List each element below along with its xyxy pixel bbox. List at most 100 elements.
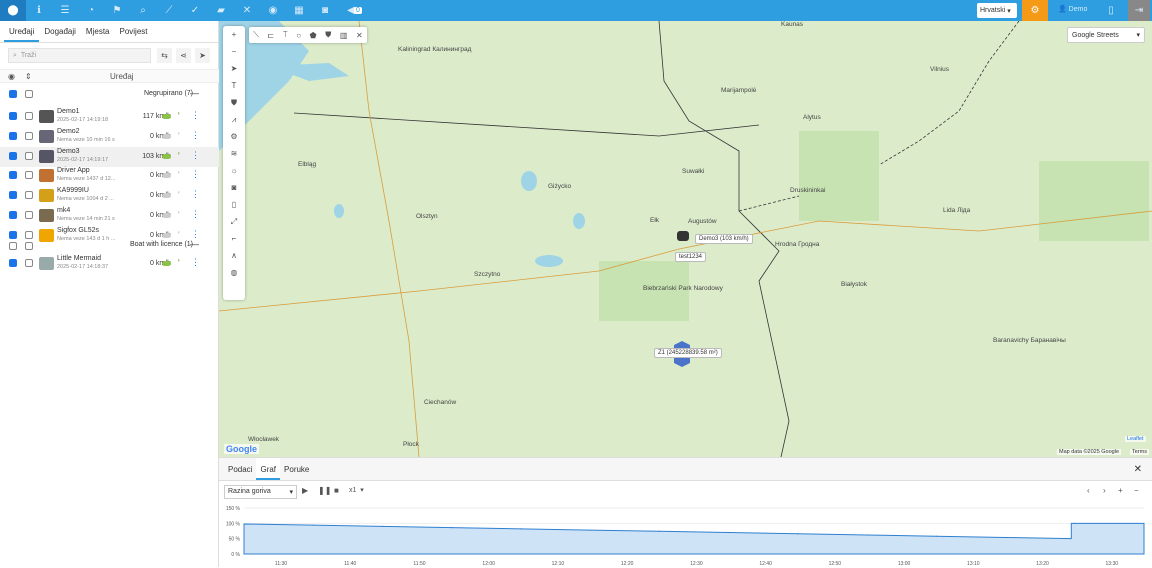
shield-icon[interactable]: ⛊ <box>223 94 245 111</box>
follow-checkbox[interactable] <box>25 112 33 120</box>
zoom-out-button[interactable]: − <box>223 43 245 60</box>
dashboard-icon[interactable]: ◔ <box>78 0 104 21</box>
collapse-icon[interactable]: — <box>190 239 199 249</box>
collapse-icon[interactable]: — <box>190 88 199 98</box>
follow-icon[interactable]: ⇕ <box>25 72 32 81</box>
follow-checkbox[interactable] <box>25 171 33 180</box>
settings-icon[interactable]: ⚙ <box>223 128 245 145</box>
more-menu-icon[interactable]: ⋮ <box>191 190 200 200</box>
language-select[interactable]: Hrvatski ▾ <box>977 3 1017 18</box>
zoom-in-icon[interactable]: + <box>1118 486 1123 495</box>
follow-checkbox[interactable] <box>25 259 33 267</box>
logout-icon[interactable]: ⇥ <box>1128 0 1150 21</box>
polygon-icon[interactable]: ⊏ <box>268 31 275 40</box>
pause-icon[interactable]: ❚❚ <box>318 486 331 495</box>
trash-icon[interactable]: ▥ <box>340 31 348 40</box>
device-row[interactable]: Driver App Nema veze 1437 d 12... 0 km/h… <box>0 166 219 186</box>
phone-icon[interactable]: ▯ <box>223 196 245 213</box>
more-menu-icon[interactable]: ⋮ <box>191 258 200 268</box>
group-ungrouped[interactable]: Negrupirano (7) — <box>0 87 219 107</box>
search-icon[interactable]: ⌕ <box>130 0 156 21</box>
pointer-tool-icon[interactable]: ➤ <box>223 60 245 77</box>
tab-devices[interactable]: Uređaji <box>4 21 40 42</box>
follow-checkbox[interactable] <box>25 151 33 160</box>
user-group-icon[interactable]: ◉ <box>260 0 286 21</box>
group-follow-checkbox[interactable] <box>25 90 33 98</box>
visible-checkbox[interactable] <box>9 171 17 180</box>
map-layer-select[interactable]: Google Streets ▾ <box>1067 27 1145 43</box>
route-icon[interactable]: ⟋ <box>156 0 182 21</box>
close-icon[interactable]: ✕ <box>356 31 363 40</box>
tab-history[interactable]: Povijest <box>114 21 152 42</box>
more-menu-icon[interactable]: ⋮ <box>191 170 200 180</box>
camera-icon[interactable]: ◙ <box>223 179 245 196</box>
tab-graph[interactable]: Graf <box>256 458 281 480</box>
more-menu-icon[interactable]: ⋮ <box>191 130 200 141</box>
visible-checkbox[interactable] <box>9 191 17 200</box>
map-view[interactable]: Kaliningrad Калининград Vilnius Alytus Olsz… <box>219 21 1152 457</box>
sun-icon[interactable]: ☼ <box>223 162 245 179</box>
more-menu-icon[interactable]: ⋮ <box>191 210 200 220</box>
sensor-select[interactable]: Razina goriva ▾ <box>224 485 297 499</box>
shield-draw-icon[interactable]: ⛊ <box>325 30 331 40</box>
refresh-button[interactable]: ⇆ <box>157 48 172 63</box>
device-row[interactable]: Demo3 2025-02-17 14:19:17 103 km/h ◗ ⋮ <box>0 146 219 167</box>
send-button[interactable]: ➤ <box>195 48 210 63</box>
prev-icon[interactable]: ‹ <box>1087 486 1090 495</box>
polyline-icon[interactable]: ⟍ <box>253 30 259 40</box>
device-row[interactable]: mk4 Nema veze 14 min 21 s 0 km/h ◗ ⋮ <box>0 206 219 226</box>
layers-icon[interactable]: ≋ <box>223 145 245 162</box>
mobile-icon[interactable]: ▯ <box>1100 0 1122 21</box>
tab-messages[interactable]: Poruke <box>280 458 313 480</box>
share-button[interactable]: ⋖ <box>176 48 191 63</box>
ruler-icon[interactable]: ⌐ <box>223 230 245 247</box>
visible-checkbox[interactable] <box>9 151 17 160</box>
visible-checkbox[interactable] <box>9 131 17 140</box>
visible-checkbox[interactable] <box>9 211 17 219</box>
tab-places[interactable]: Mjesta <box>81 21 115 42</box>
group-checkbox[interactable] <box>9 242 17 250</box>
places-icon[interactable]: ⚑ <box>104 0 130 21</box>
stop-icon[interactable]: ■ <box>334 486 339 495</box>
device-row[interactable]: KA9999IU Nema veze 1004 d 2 ... 0 km/h ◗… <box>0 186 219 206</box>
tab-events[interactable]: Događaji <box>39 21 81 42</box>
map-pin-icon[interactable]: ⬤ <box>0 0 26 21</box>
info-icon[interactable]: ℹ <box>26 0 52 21</box>
user-menu[interactable]: 👤 Demo <box>1058 5 1087 13</box>
search-input[interactable]: ⌕ Traži <box>8 48 151 63</box>
group-checkbox[interactable] <box>9 90 17 98</box>
zoom-out-icon[interactable]: − <box>1134 486 1139 495</box>
circle-icon[interactable]: ○ <box>296 31 301 40</box>
settings-orange-button[interactable]: ⚙ <box>1022 0 1048 21</box>
visible-checkbox[interactable] <box>9 259 17 267</box>
follow-checkbox[interactable] <box>25 191 33 200</box>
list-icon[interactable]: ☰ <box>52 0 78 21</box>
grid-icon[interactable]: ▦ <box>286 0 312 21</box>
text-tool-icon[interactable]: T <box>223 77 245 94</box>
play-icon[interactable]: ▶ <box>302 486 308 495</box>
check-icon[interactable]: ✓ <box>182 0 208 21</box>
group-follow-checkbox[interactable] <box>25 242 33 250</box>
close-icon[interactable]: ✕ <box>1134 464 1142 475</box>
follow-checkbox[interactable] <box>25 211 33 219</box>
measure-icon[interactable]: ∧ <box>223 247 245 264</box>
next-icon[interactable]: › <box>1103 486 1106 495</box>
fullscreen-icon[interactable]: ⤢ <box>223 213 245 230</box>
follow-checkbox[interactable] <box>25 131 33 140</box>
streetview-icon[interactable]: ◍ <box>223 264 245 281</box>
road-icon[interactable]: ⩘ <box>223 111 245 128</box>
marker-icon[interactable]: ⬟ <box>310 31 317 40</box>
more-menu-icon[interactable]: ⋮ <box>191 111 200 121</box>
device-row[interactable]: Demo1 2025-02-17 14:19:18 117 km/h ◗ ⋮ <box>0 107 219 127</box>
terms-link[interactable]: Terms <box>1130 449 1149 455</box>
zoom-in-button[interactable]: + <box>223 26 245 43</box>
device-row-boat[interactable]: Little Mermaid 2025-02-17 14:18:37 0 km/… <box>0 254 219 274</box>
car-icon[interactable]: ▰ <box>208 0 234 21</box>
camera-icon[interactable]: ◙ <box>312 0 338 21</box>
visible-checkbox[interactable] <box>9 112 17 120</box>
tab-data[interactable]: Podaci <box>224 458 256 480</box>
speed-select[interactable]: x1 ▾ <box>349 486 364 494</box>
device-row[interactable]: Demo2 Nema veze 10 min 16 s 0 km/h ◗ ⋮ <box>0 127 219 147</box>
rectangle-icon[interactable]: ⟙ <box>283 30 288 40</box>
leaflet-link[interactable]: Leaflet <box>1125 436 1146 442</box>
